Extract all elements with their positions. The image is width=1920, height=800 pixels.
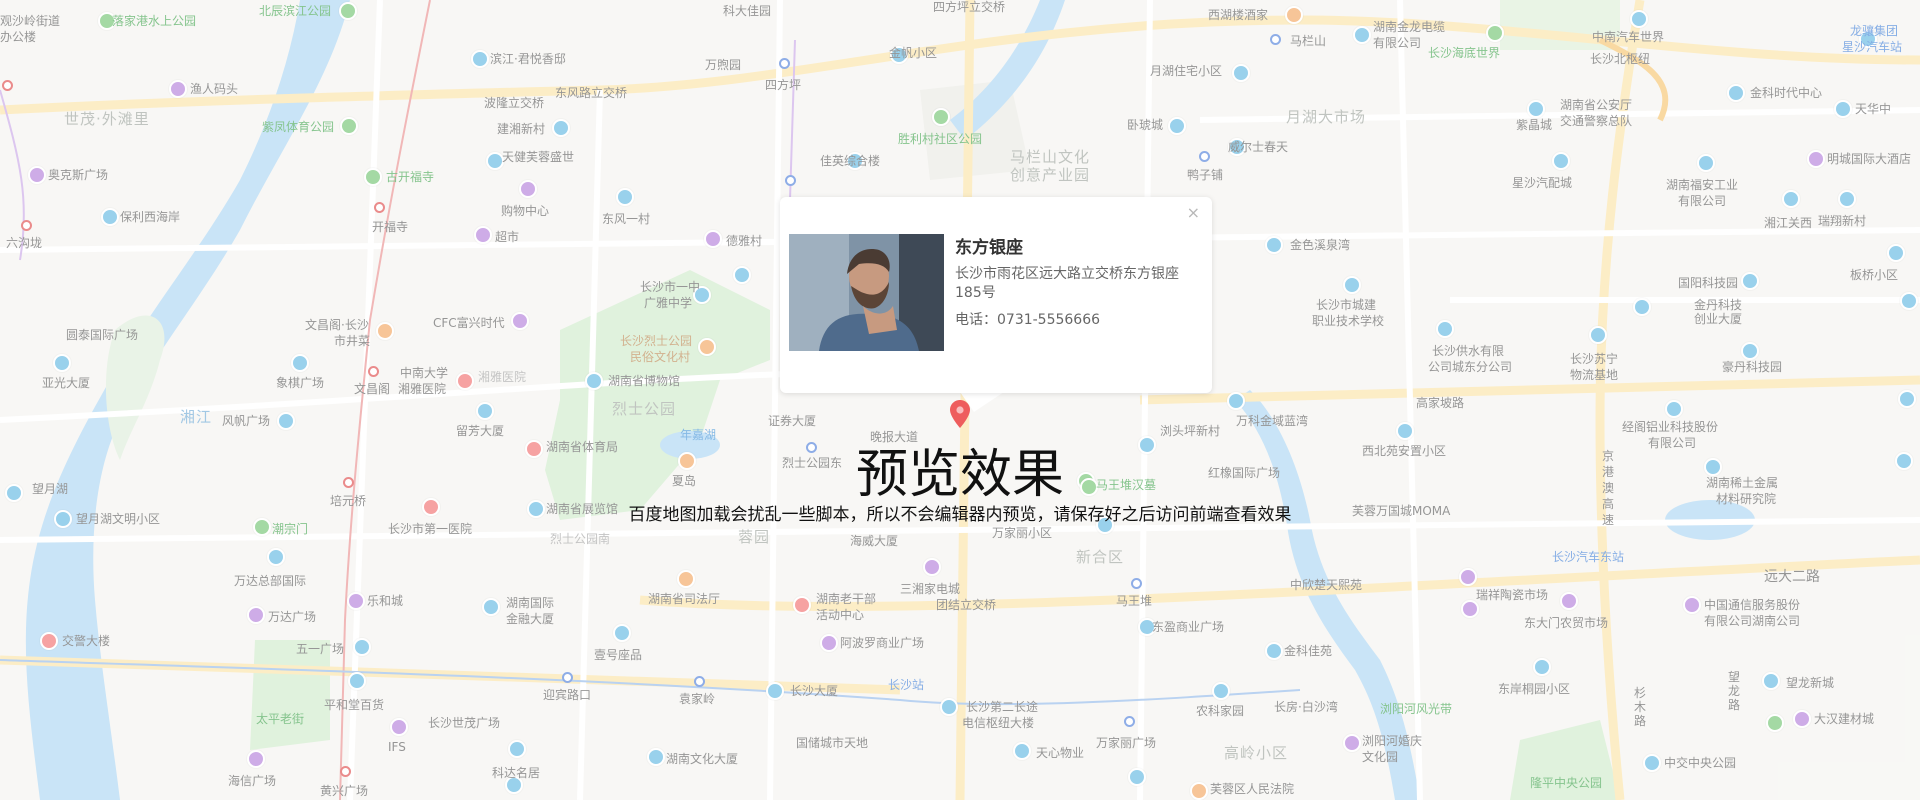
location-pin-icon[interactable]	[950, 400, 970, 428]
preview-title: 预览效果	[855, 445, 1064, 505]
location-phone: 电话：0731-5556666	[955, 312, 1101, 328]
info-window: × 东方银座 长沙市雨花区远大路立交桥东方银座185号 电话：0731-5556…	[780, 197, 1212, 393]
close-icon[interactable]: ×	[1187, 203, 1200, 222]
location-name: 东方银座	[955, 238, 1023, 258]
location-address: 长沙市雨花区远大路立交桥东方银座185号	[955, 266, 1179, 301]
preview-description: 百度地图加载会扰乱一些脚本，所以不会编辑器内预览，请保存好之后访问前端查看效果	[628, 505, 1292, 525]
location-photo	[789, 234, 944, 351]
